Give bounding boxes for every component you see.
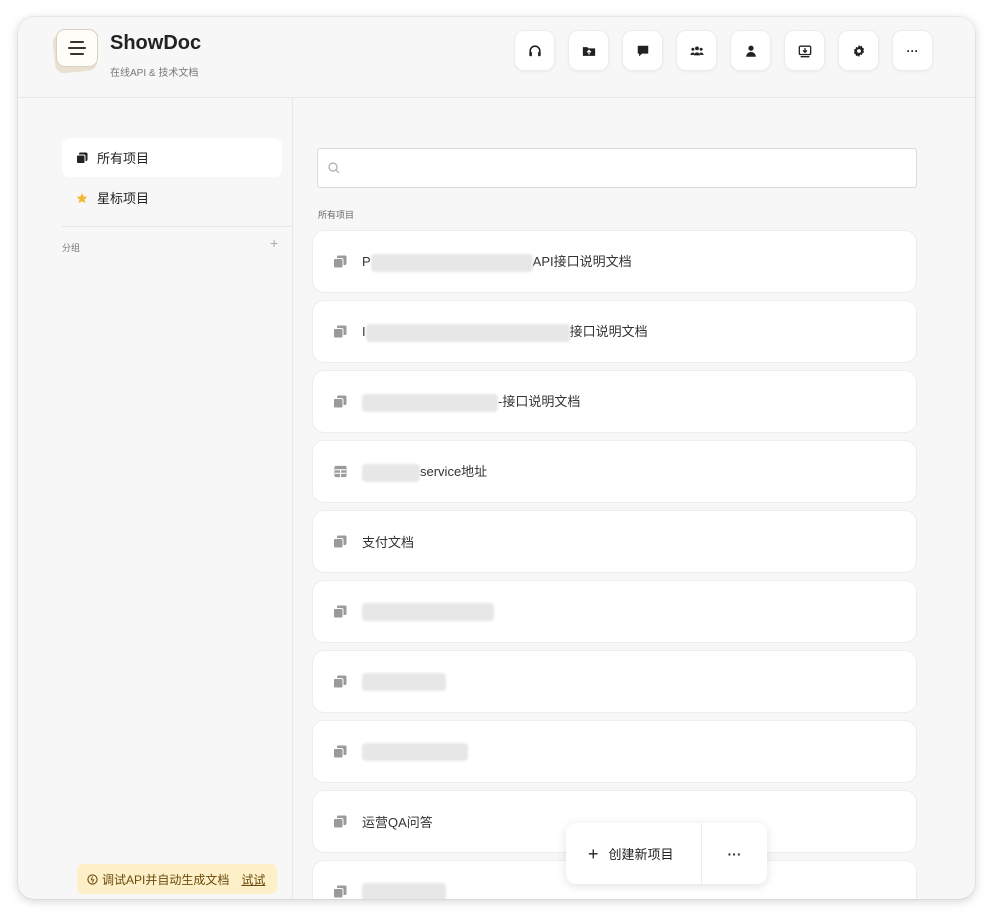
redacted-text (362, 742, 468, 761)
plus-icon: + (588, 843, 599, 864)
doc-stack-icon (332, 604, 348, 620)
sidebar-item-label: 所有项目 (97, 151, 150, 166)
team-button[interactable] (676, 30, 717, 71)
table-icon (332, 464, 348, 480)
import-button[interactable] (568, 30, 609, 71)
doc-stack-icon (332, 884, 348, 900)
create-project-button[interactable]: + 创建新项目 (566, 823, 702, 884)
chat-icon (637, 45, 648, 56)
hamburger-icon (56, 29, 98, 67)
promo-icon (87, 873, 98, 885)
sidebar-item-all-projects[interactable]: 所有项目 (62, 138, 282, 177)
ellipsis-icon: ··· (727, 845, 742, 862)
star-icon (76, 192, 88, 204)
search-input[interactable] (346, 149, 916, 187)
list-heading: 所有项目 (318, 210, 355, 220)
search-icon (328, 162, 340, 174)
project-card[interactable]: I 接口说明文档 (312, 300, 917, 363)
project-title: -接口说明文档 (498, 394, 581, 410)
sidebar: 所有项目 星标项目 分组 + 调试API并自动生成文档 试试 (18, 98, 293, 899)
team-icon (689, 45, 704, 55)
doc-stack-icon (76, 152, 88, 164)
api-debug-promo[interactable]: 调试API并自动生成文档 试试 (77, 864, 277, 894)
project-card[interactable] (312, 580, 917, 643)
redacted-text (362, 882, 446, 899)
doc-stack-icon (332, 534, 348, 550)
project-card[interactable] (312, 650, 917, 713)
redacted-text (365, 323, 570, 342)
sidebar-divider (62, 226, 293, 227)
floating-action-bar: + 创建新项目 ··· (566, 823, 767, 884)
redacted-text (362, 602, 494, 621)
promo-text: 调试API并自动生成文档 (102, 872, 230, 887)
project-title: 支付文档 (362, 535, 415, 550)
project-card[interactable]: 支付文档 (312, 510, 917, 573)
project-title-prefix: P (362, 254, 371, 270)
project-card[interactable]: -接口说明文档 (312, 370, 917, 433)
message-button[interactable] (622, 30, 663, 71)
headset-icon (528, 44, 541, 56)
project-card[interactable]: P API接口说明文档 (312, 230, 917, 293)
menu-logo-button[interactable] (52, 29, 98, 75)
project-title: service地址 (420, 464, 488, 480)
redacted-text (362, 672, 446, 691)
redacted-text (362, 463, 420, 482)
toolbar: ··· (514, 30, 933, 71)
project-title: 接口说明文档 (569, 324, 648, 340)
client-download-button[interactable] (784, 30, 825, 71)
doc-stack-icon (332, 814, 348, 830)
app-title: ShowDoc (110, 32, 202, 54)
doc-stack-icon (332, 254, 348, 270)
group-heading: 分组 (62, 243, 81, 253)
sidebar-item-label: 星标项目 (97, 191, 150, 206)
promo-try-link[interactable]: 试试 (241, 871, 265, 888)
settings-button[interactable] (838, 30, 879, 71)
app-subtitle: 在线API & 技术文档 (110, 68, 199, 79)
app-window: ShowDoc 在线API & 技术文档 ··· 所有项目 星标项目 分组 + … (18, 17, 975, 899)
download-box-icon (798, 45, 811, 57)
user-icon (745, 45, 756, 57)
doc-stack-icon (332, 744, 348, 760)
fab-more-button[interactable]: ··· (702, 846, 767, 862)
create-project-label: 创建新项目 (608, 847, 674, 862)
more-button[interactable]: ··· (892, 30, 933, 71)
project-title: 运营QA问答 (362, 815, 433, 830)
user-button[interactable] (730, 30, 771, 71)
project-title: API接口说明文档 (532, 254, 632, 270)
gear-icon (853, 44, 864, 57)
doc-stack-icon (332, 394, 348, 410)
add-group-button[interactable]: + (270, 235, 278, 251)
support-button[interactable] (514, 30, 555, 71)
project-card[interactable] (312, 720, 917, 783)
redacted-text (362, 393, 498, 412)
doc-stack-icon (332, 324, 348, 340)
redacted-text (370, 253, 533, 272)
folder-upload-icon (582, 46, 595, 56)
header: ShowDoc 在线API & 技术文档 ··· (18, 17, 975, 98)
project-search[interactable] (317, 148, 917, 188)
ellipsis-icon: ··· (906, 43, 919, 58)
project-card[interactable]: service地址 (312, 440, 917, 503)
doc-stack-icon (332, 674, 348, 690)
sidebar-item-starred[interactable]: 星标项目 (62, 178, 282, 217)
